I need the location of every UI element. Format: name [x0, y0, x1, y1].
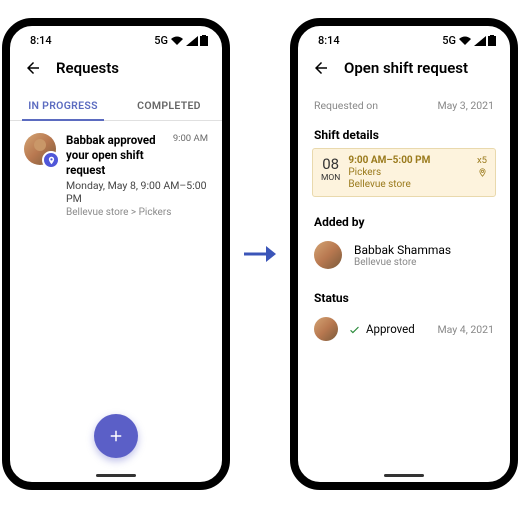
check-icon — [348, 323, 361, 336]
request-subtitle: Monday, May 8, 9:00 AM–5:00 PM — [66, 179, 208, 205]
request-breadcrumb: Bellevue store > Pickers — [66, 207, 208, 218]
phone-detail: 8:14 5G Open shift request Requested on … — [290, 18, 518, 490]
shift-details-label: Shift details — [298, 126, 510, 148]
network-label: 5G — [442, 34, 456, 47]
header: Requests — [10, 51, 222, 89]
tabs: IN PROGRESS COMPLETED — [10, 89, 222, 121]
added-by-store: Bellevue store — [354, 257, 451, 268]
signal-icon — [474, 36, 486, 46]
back-icon[interactable] — [312, 59, 330, 77]
status-icons: 5G — [442, 34, 496, 47]
home-indicator[interactable] — [96, 474, 136, 477]
status-icons: 5G — [154, 34, 208, 47]
wifi-icon — [458, 36, 472, 46]
shift-body: 9:00 AM–5:00 PM x5 Pickers Bellevue stor… — [348, 155, 487, 190]
added-by-row[interactable]: Babbak Shammas Bellevue store — [298, 235, 510, 275]
phone-requests: 8:14 5G Requests IN PROGRESS COMPLETED B… — [2, 18, 230, 490]
request-time: 9:00 AM — [173, 133, 208, 178]
added-by-name: Babbak Shammas — [354, 243, 451, 257]
page-title: Open shift request — [344, 59, 468, 77]
network-label: 5G — [154, 34, 168, 47]
header: Open shift request — [298, 51, 510, 89]
shift-time: 9:00 AM–5:00 PM — [348, 155, 430, 166]
battery-icon — [200, 35, 208, 46]
flow-arrow-icon — [244, 244, 276, 264]
page-title: Requests — [56, 59, 119, 77]
shift-day-weekday: MON — [321, 173, 340, 183]
avatar — [314, 241, 342, 269]
clock: 8:14 — [318, 34, 340, 47]
wifi-icon — [170, 36, 184, 46]
status-label: Status — [298, 289, 510, 311]
tab-in-progress[interactable]: IN PROGRESS — [10, 89, 116, 120]
request-body: Babbak approved your open shift request … — [66, 133, 208, 218]
shift-date: 08 MON — [321, 155, 340, 190]
add-button[interactable] — [94, 414, 138, 458]
battery-icon — [488, 35, 496, 46]
requested-on-date: May 3, 2021 — [437, 99, 494, 112]
status-row: Approved May 4, 2021 — [298, 311, 510, 347]
open-shift-badge-icon — [42, 151, 60, 169]
shift-multiplier: x5 — [477, 155, 487, 166]
status-bar: 8:14 5G — [298, 26, 510, 51]
shift-group: Pickers — [348, 167, 381, 178]
location-icon — [478, 168, 487, 177]
home-indicator[interactable] — [384, 474, 424, 477]
tab-completed[interactable]: COMPLETED — [116, 89, 222, 120]
status-bar: 8:14 5G — [10, 26, 222, 51]
shift-store: Bellevue store — [348, 179, 487, 190]
requested-on-label: Requested on — [314, 99, 378, 112]
back-icon[interactable] — [24, 59, 42, 77]
requested-on-row: Requested on May 3, 2021 — [298, 89, 510, 126]
shift-card[interactable]: 08 MON 9:00 AM–5:00 PM x5 Pickers Bellev… — [312, 148, 496, 197]
signal-icon — [186, 36, 198, 46]
request-item[interactable]: Babbak approved your open shift request … — [10, 121, 222, 230]
added-by-label: Added by — [298, 213, 510, 235]
shift-day-number: 08 — [321, 155, 340, 173]
request-title: Babbak approved your open shift request — [66, 133, 165, 178]
clock: 8:14 — [30, 34, 52, 47]
status-date: May 4, 2021 — [437, 323, 494, 336]
plus-icon — [107, 427, 125, 445]
avatar-wrap — [24, 133, 56, 165]
avatar — [314, 317, 338, 341]
status-text: Approved — [366, 322, 415, 336]
